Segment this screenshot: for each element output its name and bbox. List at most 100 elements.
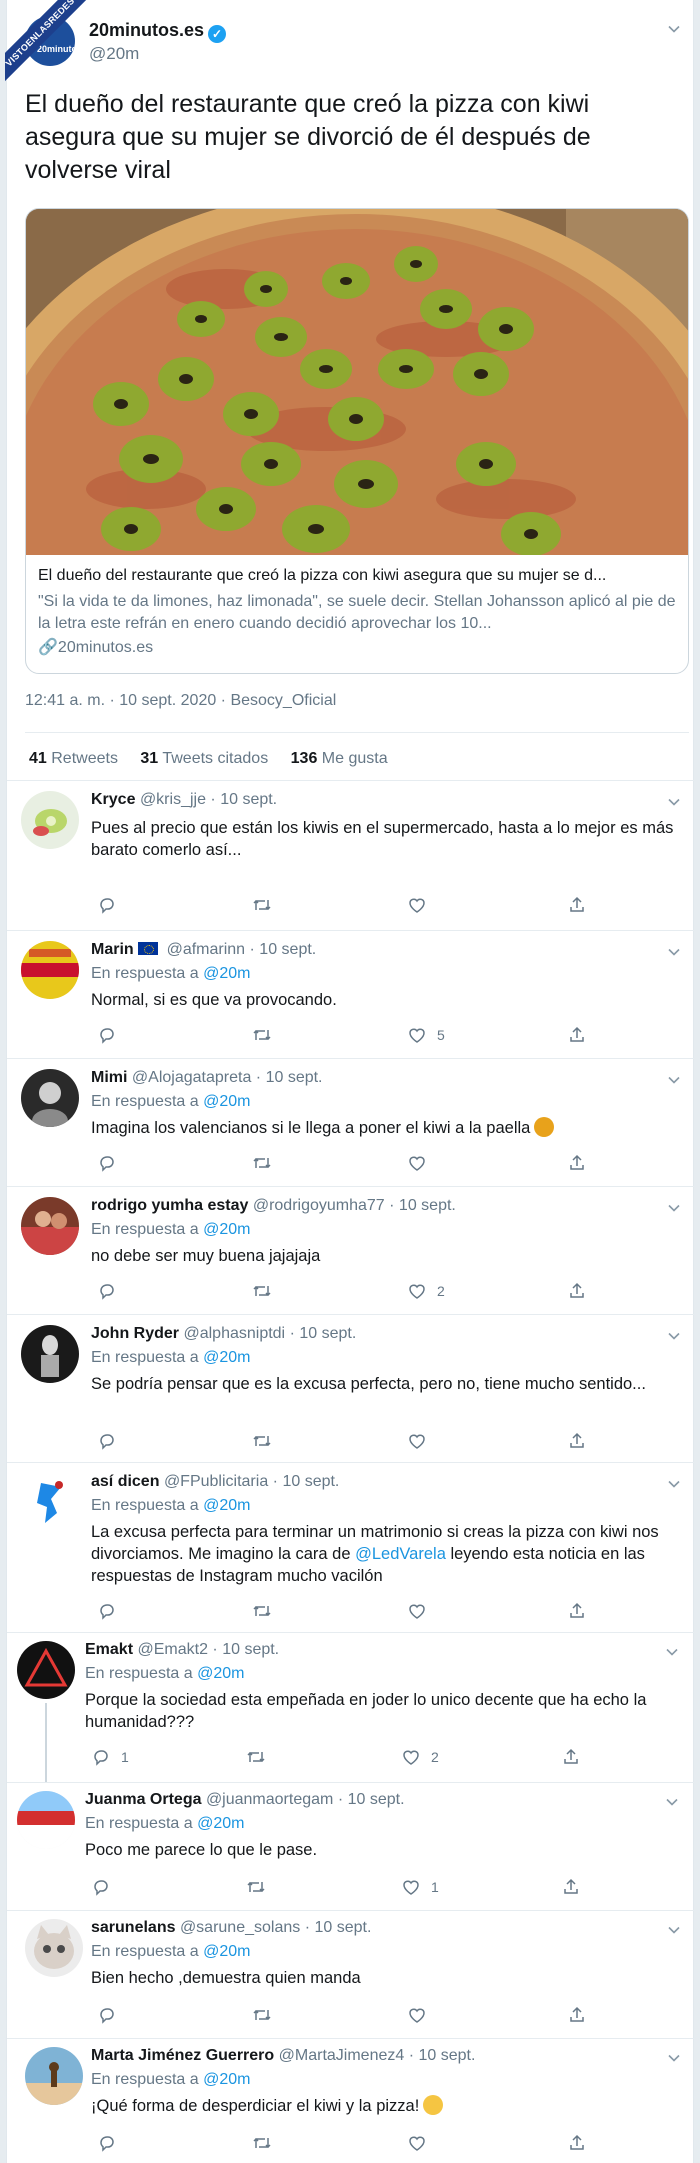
mention-link[interactable]: @20m: [203, 965, 250, 982]
mention-link[interactable]: @20m: [203, 1221, 250, 1238]
reply-author-name[interactable]: Emakt: [85, 1641, 133, 1658]
avatar[interactable]: [25, 1919, 83, 1977]
chevron-down-icon[interactable]: [665, 1645, 679, 1659]
link-card[interactable]: El dueño del restaurante que creó la piz…: [25, 208, 689, 674]
share-button[interactable]: [561, 1875, 581, 1897]
like-button[interactable]: [407, 2003, 437, 2025]
like-button[interactable]: 1: [401, 1875, 439, 1897]
reply-author-name[interactable]: John Ryder: [91, 1325, 179, 1342]
retweet-button[interactable]: [251, 1279, 273, 1301]
share-button[interactable]: [567, 2003, 587, 2025]
avatar[interactable]: [17, 1791, 75, 1849]
reply-button[interactable]: [97, 893, 127, 915]
reply-author-name[interactable]: Juanma Ortega: [85, 1791, 201, 1808]
retweet-button[interactable]: [251, 2003, 273, 2025]
mention-link[interactable]: @20m: [203, 2071, 250, 2088]
share-button[interactable]: [567, 2131, 587, 2153]
chevron-down-icon[interactable]: [667, 2051, 681, 2065]
reply-author-name[interactable]: Marin: [91, 941, 134, 958]
retweet-button[interactable]: [251, 893, 273, 915]
reply-tweet[interactable]: Kryce @kris_jje · 10 sept. Pues al preci…: [7, 780, 695, 930]
reply-tweet[interactable]: Marin @afmarinn · 10 sept. En respuesta …: [7, 930, 695, 1058]
reply-tweet[interactable]: Mimi @Alojagatapreta · 10 sept. En respu…: [7, 1058, 695, 1186]
reply-author-name[interactable]: Marta Jiménez Guerrero: [91, 2047, 274, 2064]
like-button[interactable]: [407, 1151, 437, 1173]
reply-author-handle[interactable]: @rodrigoyumha77: [253, 1197, 385, 1214]
share-button[interactable]: [567, 893, 587, 915]
reply-tweet[interactable]: Emakt @Emakt2 · 10 sept. En respuesta a …: [7, 1632, 695, 1783]
reply-tweet[interactable]: John Ryder @alphasniptdi · 10 sept. En r…: [7, 1314, 695, 1462]
chevron-down-icon[interactable]: [667, 1477, 681, 1491]
reply-author-name[interactable]: Kryce: [91, 791, 135, 808]
chevron-down-icon[interactable]: [667, 22, 681, 36]
like-button[interactable]: [407, 893, 437, 915]
like-button[interactable]: 2: [407, 1279, 445, 1301]
avatar[interactable]: [21, 791, 79, 849]
retweet-button[interactable]: [251, 1023, 273, 1045]
avatar[interactable]: [21, 1325, 79, 1383]
reply-tweet[interactable]: sarunelans @sarune_solans · 10 sept. En …: [7, 1910, 695, 2038]
mention-link[interactable]: @20m: [203, 1349, 250, 1366]
chevron-down-icon[interactable]: [667, 795, 681, 809]
mention-link[interactable]: @20m: [197, 1815, 244, 1832]
reply-date[interactable]: · 10 sept.: [305, 1919, 372, 1936]
author-handle[interactable]: @20m: [89, 44, 139, 64]
retweets-stat[interactable]: 41 Retweets: [29, 750, 118, 767]
reply-date[interactable]: · 10 sept.: [409, 2047, 476, 2064]
mention-link[interactable]: @20m: [203, 1497, 250, 1514]
reply-author-name[interactable]: sarunelans: [91, 1919, 175, 1936]
share-button[interactable]: [567, 1429, 587, 1451]
share-button[interactable]: [567, 1151, 587, 1173]
retweet-button[interactable]: [251, 1151, 273, 1173]
reply-author-handle[interactable]: @Alojagatapreta: [132, 1069, 251, 1086]
reply-tweet[interactable]: rodrigo yumha estay @rodrigoyumha77 · 10…: [7, 1186, 695, 1314]
reply-author-handle[interactable]: @afmarinn: [167, 941, 246, 958]
reply-date[interactable]: · 10 sept.: [338, 1791, 405, 1808]
share-button[interactable]: [567, 1023, 587, 1045]
author-name[interactable]: 20minutos.es ✓: [89, 20, 227, 43]
reply-author-name[interactable]: así dicen: [91, 1473, 159, 1490]
reply-button[interactable]: [97, 2131, 127, 2153]
reply-date[interactable]: · 10 sept.: [256, 1069, 323, 1086]
reply-author-name[interactable]: rodrigo yumha estay: [91, 1197, 248, 1214]
mention-link[interactable]: @20m: [203, 1093, 250, 1110]
avatar[interactable]: [25, 2047, 83, 2105]
reply-tweet[interactable]: Juanma Ortega @juanmaortegam · 10 sept. …: [7, 1782, 695, 1910]
reply-date[interactable]: · 10 sept.: [212, 1641, 279, 1658]
retweet-button[interactable]: [245, 1875, 267, 1897]
retweet-button[interactable]: [251, 1429, 273, 1451]
reply-author-handle[interactable]: @FPublicitaria: [164, 1473, 268, 1490]
tweet-timestamp[interactable]: 12:41 a. m. · 10 sept. 2020 · Besocy_Ofi…: [25, 692, 336, 710]
chevron-down-icon[interactable]: [667, 945, 681, 959]
retweet-button[interactable]: [251, 2131, 273, 2153]
reply-date[interactable]: · 10 sept.: [210, 791, 277, 808]
likes-stat[interactable]: 136 Me gusta: [291, 750, 388, 767]
mention-link[interactable]: @20m: [203, 1943, 250, 1960]
share-button[interactable]: [567, 1599, 587, 1621]
like-button[interactable]: 5: [407, 1023, 445, 1045]
quotes-stat[interactable]: 31 Tweets citados: [140, 750, 268, 767]
avatar[interactable]: [21, 1197, 79, 1255]
reply-date[interactable]: · 10 sept.: [273, 1473, 340, 1490]
chevron-down-icon[interactable]: [667, 1329, 681, 1343]
reply-author-handle[interactable]: @kris_jje: [140, 791, 206, 808]
reply-author-name[interactable]: Mimi: [91, 1069, 127, 1086]
share-button[interactable]: [561, 1745, 581, 1767]
avatar[interactable]: [21, 1473, 79, 1531]
reply-author-handle[interactable]: @MartaJimenez4: [279, 2047, 405, 2064]
reply-date[interactable]: · 10 sept.: [389, 1197, 456, 1214]
reply-author-handle[interactable]: @sarune_solans: [180, 1919, 300, 1936]
retweet-button[interactable]: [245, 1745, 267, 1767]
chevron-down-icon[interactable]: [665, 1795, 679, 1809]
chevron-down-icon[interactable]: [667, 1073, 681, 1087]
like-button[interactable]: 2: [401, 1745, 439, 1767]
reply-tweet[interactable]: así dicen @FPublicitaria · 10 sept. En r…: [7, 1462, 695, 1632]
reply-button[interactable]: [97, 1429, 127, 1451]
like-button[interactable]: [407, 2131, 437, 2153]
chevron-down-icon[interactable]: [667, 1923, 681, 1937]
like-button[interactable]: [407, 1429, 437, 1451]
avatar[interactable]: [21, 1069, 79, 1127]
reply-date[interactable]: · 10 sept.: [250, 941, 317, 958]
reply-date[interactable]: · 10 sept.: [290, 1325, 357, 1342]
reply-button[interactable]: 1: [91, 1745, 129, 1767]
